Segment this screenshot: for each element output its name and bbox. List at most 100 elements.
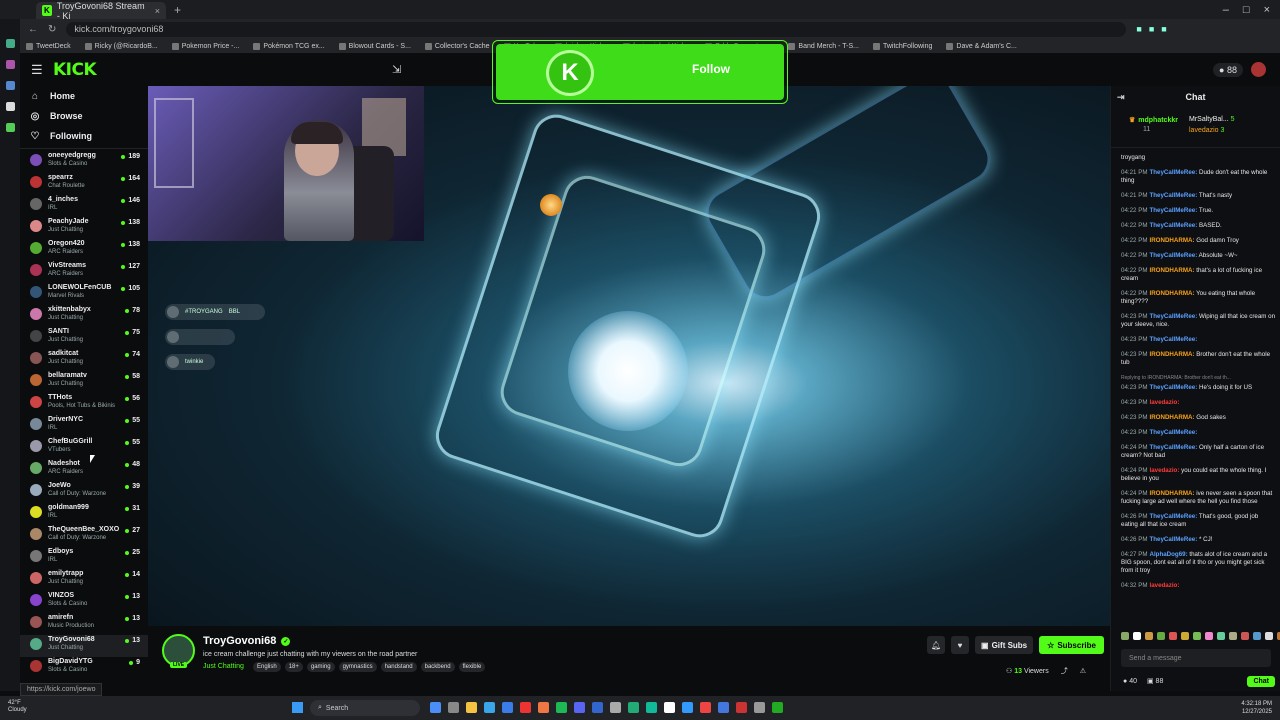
windows-start-icon[interactable]	[292, 702, 303, 713]
follow-label[interactable]: Follow	[692, 62, 730, 76]
channel-item[interactable]: JoeWo Call of Duty: Warzone 39	[20, 481, 148, 503]
channel-item[interactable]: 4_inches IRL 146	[20, 195, 148, 217]
close-tab-icon[interactable]: ×	[155, 6, 160, 16]
kick-logo[interactable]: KICK	[53, 60, 97, 80]
emote-icon[interactable]	[1169, 632, 1177, 640]
emote-icon[interactable]	[1253, 632, 1261, 640]
emote-icon[interactable]	[1145, 632, 1153, 640]
channel-item[interactable]: sadkitcat Just Chatting 74	[20, 349, 148, 371]
channel-item[interactable]: TTHots Pools, Hot Tubs & Bikinis 56	[20, 393, 148, 415]
chat-username[interactable]: IRONDHARMA:	[1149, 351, 1194, 358]
heart-icon[interactable]: ♥	[951, 636, 970, 654]
theater-mode-icon[interactable]: ⇲	[392, 63, 401, 76]
taskbar-app-icon[interactable]	[448, 702, 459, 713]
collapse-chat-icon[interactable]: ⇥	[1117, 92, 1125, 103]
taskbar-app-icon[interactable]	[610, 702, 621, 713]
taskbar-app-icon[interactable]	[772, 702, 783, 713]
side-app-icon[interactable]	[5, 39, 15, 48]
taskbar-app-icon[interactable]	[520, 702, 531, 713]
channel-item[interactable]: amirefn Music Production 13	[20, 613, 148, 635]
extension-icon[interactable]: ■	[1149, 24, 1154, 34]
chat-username[interactable]: lavedazio:	[1149, 467, 1179, 474]
url-field[interactable]: kick.com/troygovoni68	[66, 21, 1127, 37]
tag[interactable]: backbend	[420, 662, 455, 672]
stream-category[interactable]: Just Chatting	[203, 663, 244, 670]
channel-item[interactable]: TroyGovoni68 Just Chatting 13	[20, 635, 148, 657]
bookmark-item[interactable]: Pokémon TCG ex...	[253, 42, 325, 50]
channel-item[interactable]: xkittenbabyx Just Chatting 78	[20, 305, 148, 327]
reload-icon[interactable]: ↻	[48, 24, 56, 35]
chat-username[interactable]: IRONDHARMA:	[1149, 290, 1194, 297]
back-icon[interactable]: ←	[28, 24, 38, 35]
chat-username[interactable]: TheyCallMeRee:	[1149, 252, 1197, 259]
emote-icon[interactable]	[1217, 632, 1225, 640]
chat-username[interactable]: lavedazio:	[1149, 582, 1179, 589]
side-app-icon[interactable]	[5, 81, 15, 90]
emote-icon[interactable]	[1193, 632, 1201, 640]
taskbar-app-icon[interactable]	[538, 702, 549, 713]
channel-item[interactable]: VivStreams ARC Raiders 127	[20, 261, 148, 283]
close-window-icon[interactable]: ×	[1264, 4, 1270, 16]
weather-widget[interactable]: 42°F Cloudy	[8, 700, 27, 714]
minimize-icon[interactable]: –	[1223, 4, 1229, 16]
nav-browse[interactable]: ◎ Browse	[20, 106, 148, 126]
chat-username[interactable]: TheyCallMeRee:	[1149, 429, 1197, 436]
channel-item[interactable]: VINZOS Slots & Casino 13	[20, 591, 148, 613]
taskbar-app-icon[interactable]	[736, 702, 747, 713]
chat-username[interactable]: TheyCallMeRee:	[1149, 169, 1197, 176]
chat-username[interactable]: TheyCallMeRee:	[1149, 384, 1197, 391]
taskbar-app-icon[interactable]	[430, 702, 441, 713]
gifter-name[interactable]: mdphatckkr	[1138, 117, 1178, 124]
channel-item[interactable]: Oregon420 ARC Raiders 138	[20, 239, 148, 261]
chat-username[interactable]: TheyCallMeRee:	[1149, 536, 1197, 543]
channel-item[interactable]: DriverNYC IRL 55	[20, 415, 148, 437]
chat-username[interactable]: TheyCallMeRee:	[1149, 207, 1197, 214]
bookmark-item[interactable]: Collector's Cache	[424, 42, 490, 50]
emote-icon[interactable]	[1265, 632, 1273, 640]
taskbar-app-icon[interactable]	[718, 702, 729, 713]
channel-item[interactable]: PeachyJade Just Chatting 138	[20, 217, 148, 239]
streamer-name[interactable]: TroyGovoni68	[203, 635, 276, 647]
chat-username[interactable]: IRONDHARMA:	[1149, 414, 1194, 421]
browser-tab[interactable]: K TroyGovoni68 Stream - Ki ×	[36, 1, 166, 21]
tag[interactable]: handstand	[380, 662, 417, 672]
chat-username[interactable]: TheyCallMeRee:	[1149, 336, 1197, 343]
chat-username[interactable]: lavedazio:	[1149, 399, 1179, 406]
side-app-icon[interactable]	[5, 60, 15, 69]
tag[interactable]: 18+	[284, 662, 303, 672]
menu-icon[interactable]: ☰	[31, 62, 43, 78]
taskbar-app-icon[interactable]	[628, 702, 639, 713]
subscribe-button[interactable]: ☆ Subscribe	[1039, 636, 1104, 654]
channel-item[interactable]: Edboys IRL 25	[20, 547, 148, 569]
report-icon[interactable]: ⚠	[1080, 667, 1086, 675]
emote-icon[interactable]	[1133, 632, 1141, 640]
taskbar-app-icon[interactable]	[754, 702, 765, 713]
maximize-icon[interactable]: □	[1243, 4, 1250, 16]
channel-item[interactable]: bellaramatv Just Chatting 58	[20, 371, 148, 393]
tag[interactable]: flexible	[458, 662, 486, 672]
chat-username[interactable]: TheyCallMeRee:	[1149, 222, 1197, 229]
channel-item[interactable]: BigDavidYTG Slots & Casino 9	[20, 657, 148, 679]
emote-icon[interactable]	[1157, 632, 1165, 640]
notification-bell-icon[interactable]: 🔔︎	[927, 636, 946, 654]
video-player[interactable]: #TROYGANG BBL twinkie	[148, 86, 1110, 626]
emote-icon[interactable]	[1241, 632, 1249, 640]
chat-points[interactable]: ● 40	[1123, 678, 1137, 685]
channel-item[interactable]: oneeyedgregg Slots & Casino 189	[20, 151, 148, 173]
chat-username[interactable]: IRONDHARMA:	[1149, 267, 1194, 274]
channel-item[interactable]: ChefBuGGrill VTubers 55	[20, 437, 148, 459]
taskbar-app-icon[interactable]	[700, 702, 711, 713]
taskbar-app-icon[interactable]	[556, 702, 567, 713]
gift-subs-button[interactable]: ▣ Gift Subs	[975, 636, 1034, 654]
chat-username[interactable]: IRONDHARMA:	[1149, 237, 1194, 244]
bookmark-item[interactable]: Blowout Cards - S...	[338, 42, 411, 50]
chat-send-button[interactable]: Chat	[1247, 675, 1275, 687]
taskbar-app-icon[interactable]	[646, 702, 657, 713]
bookmark-item[interactable]: TweetDeck	[26, 42, 71, 50]
bookmark-item[interactable]: Band Merch - T-S...	[788, 42, 859, 50]
user-avatar[interactable]	[1251, 62, 1266, 77]
channel-item[interactable]: Nadeshot ARC Raiders 48	[20, 459, 148, 481]
channel-item[interactable]: spearrz Chat Roulette 164	[20, 173, 148, 195]
points-badge[interactable]: ● 88	[1213, 62, 1243, 77]
chat-username[interactable]: TheyCallMeRee:	[1149, 192, 1197, 199]
